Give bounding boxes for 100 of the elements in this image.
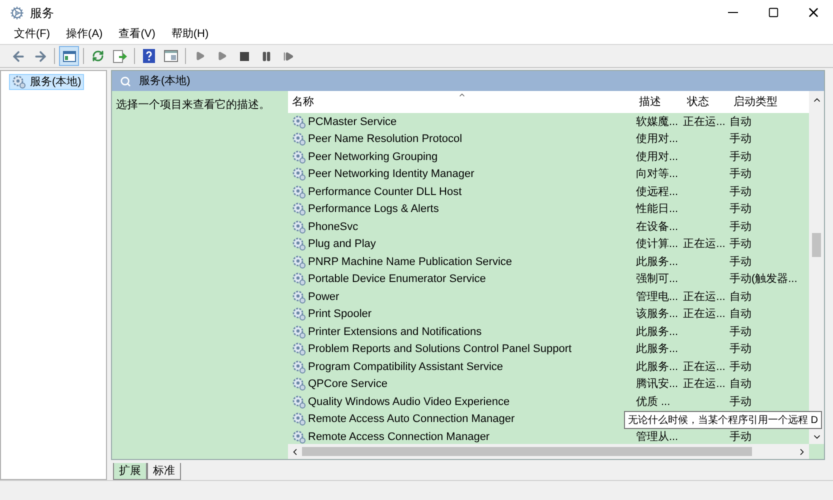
table-cell-text: PCMaster Service [308, 114, 397, 130]
window-title: 服务 [30, 4, 54, 22]
menu-item[interactable]: 操作(A) [60, 26, 109, 43]
gear-icon [292, 202, 306, 216]
table-cell: 手动 [729, 203, 752, 215]
play-icon [217, 51, 227, 61]
gear-icon [10, 6, 24, 20]
table-cell: 自动 [729, 378, 752, 390]
table-cell: 手动 [729, 360, 752, 372]
tooltip: 无论什么时候，当某个程序引用一个远程 D [624, 411, 822, 429]
gear-icon [292, 220, 306, 234]
table-cell: 手动 [729, 256, 752, 268]
table-cell: 手动 [729, 343, 752, 355]
column-header[interactable]: 描述 [635, 91, 683, 113]
gear-icon [292, 342, 306, 356]
view-tab[interactable]: 扩展 [113, 463, 147, 480]
gear-icon [292, 114, 306, 129]
help-icon [143, 49, 155, 63]
scroll-thumb[interactable] [302, 447, 752, 456]
gear-icon [292, 307, 306, 322]
table-cell: 正在运... [683, 378, 726, 390]
gear-icon [292, 184, 306, 199]
table-cell: 正在运... [683, 308, 726, 320]
column-header[interactable]: 状态 [682, 91, 730, 113]
table-cell-text: Portable Device Enumerator Service [308, 272, 486, 287]
gear-icon [292, 290, 306, 304]
column-header[interactable]: 名称 [288, 91, 636, 113]
table-cell: 手动 [729, 150, 752, 162]
table-cell: 手动 [729, 430, 752, 442]
table-cell-text: Print Spooler [308, 307, 372, 322]
table-cell: 性能日... [636, 203, 678, 215]
table-cell: 手动(触发器... [729, 273, 798, 285]
table-cell-text: Plug and Play [308, 237, 376, 252]
table-cell: 向对等... [636, 168, 678, 180]
forward-arrow-icon [32, 48, 48, 64]
minimize-icon [728, 12, 738, 13]
table-cell: 此服务... [636, 256, 678, 268]
column-header[interactable]: 启动类型 [730, 91, 809, 113]
window-icon [164, 50, 178, 62]
horizontal-scrollbar[interactable] [288, 444, 809, 459]
table-cell: 使远程... [636, 186, 678, 198]
scroll-thumb[interactable] [812, 233, 821, 257]
panel-title: 服务(本地) [139, 74, 190, 89]
table-cell: 手动 [729, 326, 752, 338]
table-cell: 此服务... [636, 326, 678, 338]
window-panes-icon [62, 50, 76, 62]
table-cell: 腾讯安... [636, 378, 678, 390]
resume-icon [282, 50, 294, 62]
table-cell-text: Power [308, 290, 340, 304]
gear-icon [292, 132, 306, 146]
gear-icon [292, 150, 306, 164]
table-cell-text: PNRP Machine Name Publication Service [308, 254, 512, 270]
pause-icon [260, 50, 272, 62]
table-cell: 使计算... [636, 238, 678, 250]
table-cell-text: Problem Reports and Solutions Control Panel Support [308, 342, 572, 357]
table-cell: 手动 [729, 133, 752, 145]
menu-item[interactable]: 帮助(H) [165, 26, 215, 43]
table-cell: 强制可... [636, 273, 678, 285]
menu-item[interactable]: 查看(V) [112, 26, 162, 43]
table-cell: 手动 [729, 238, 752, 250]
refresh-icon [92, 50, 104, 62]
table-cell: 手动 [729, 168, 752, 180]
table-cell-text: Program Compatibility Assistant Service [308, 360, 504, 374]
table-cell: 自动 [729, 290, 752, 302]
table-cell-text: Peer Networking Grouping [308, 150, 438, 164]
table-cell-text: Peer Networking Identity Manager [308, 167, 474, 182]
table-cell: 正在运... [683, 116, 726, 128]
table-cell-text: Remote Access Connection Manager [308, 430, 490, 444]
table-cell: 此服务... [636, 360, 678, 372]
tree-item[interactable]: 服务(本地) [9, 74, 84, 90]
table-cell: 手动 [729, 220, 752, 232]
table-cell: 在设备... [636, 220, 678, 232]
vertical-scrollbar[interactable] [809, 91, 824, 444]
stop-icon [240, 52, 248, 60]
gear-icon [292, 324, 306, 339]
table-cell: 手动 [729, 396, 752, 408]
gear-icon [292, 377, 306, 392]
gear-icon [292, 237, 306, 252]
view-tab[interactable]: 标准 [147, 463, 181, 480]
table-cell-text: Quality Windows Audio Video Experience [308, 394, 510, 410]
table-cell: 正在运... [683, 290, 726, 302]
table-cell: 自动 [729, 308, 752, 320]
table-cell-text: Remote Access Auto Connection Manager [308, 412, 515, 427]
menu-item[interactable]: 文件(F) [8, 26, 56, 43]
table-cell-text: Performance Counter DLL Host [308, 184, 462, 200]
table-cell: 自动 [729, 116, 752, 128]
table-cell-text: Printer Extensions and Notifications [308, 324, 482, 340]
gear-icon [292, 394, 306, 409]
table-cell: 管理从... [636, 430, 678, 442]
table-cell: 正在运... [683, 360, 726, 372]
table-cell: 正在运... [683, 238, 726, 250]
maximize-icon [768, 7, 778, 18]
table-cell: 管理电... [636, 290, 678, 302]
sort-icon [458, 91, 466, 99]
gear-icon [292, 412, 306, 426]
table-cell: 软媒魔... [636, 116, 678, 128]
description-text: 选择一个项目来查看它的描述。 [116, 99, 270, 111]
gear-icon [292, 430, 306, 444]
gear-icon [292, 167, 306, 182]
console-tree-button[interactable] [59, 46, 79, 66]
